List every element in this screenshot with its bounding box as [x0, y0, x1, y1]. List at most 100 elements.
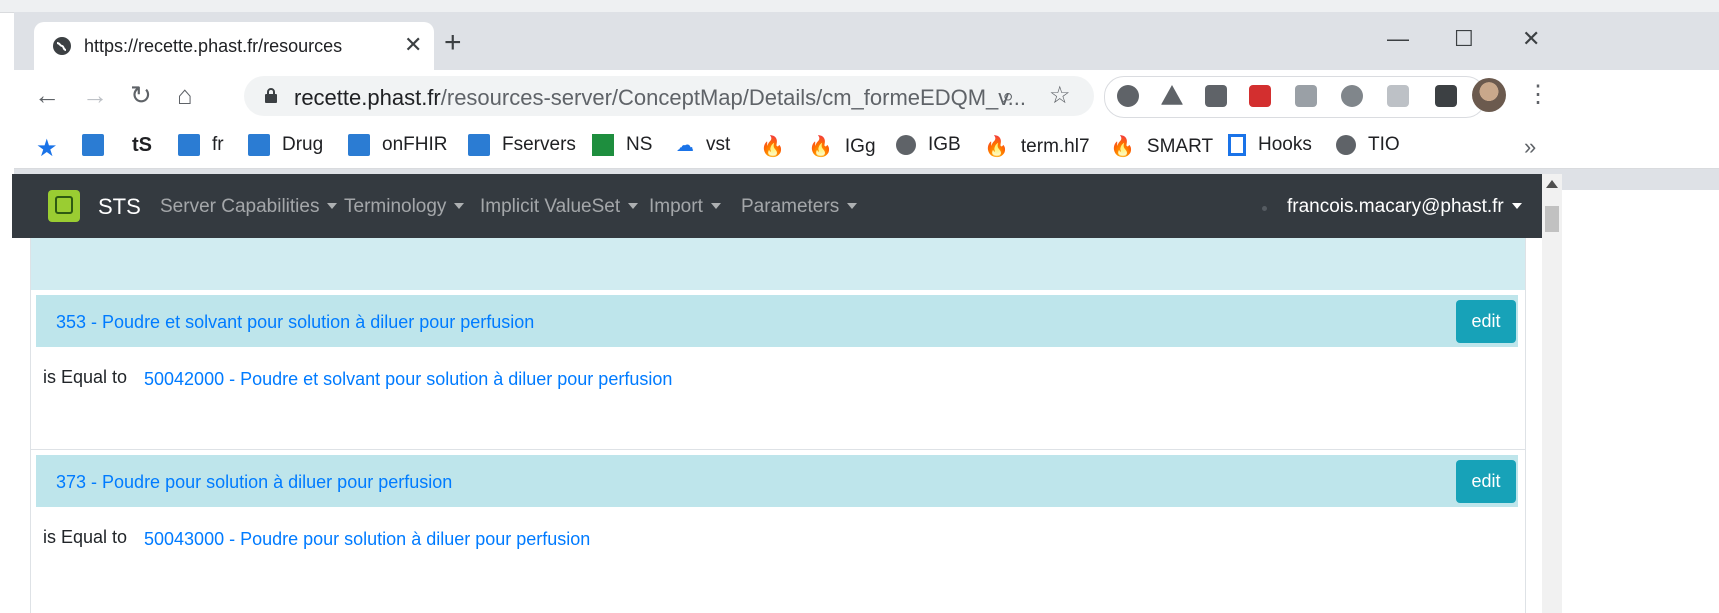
bookmark-igg[interactable]: 🔥 IGg: [808, 134, 876, 159]
nav-server-capabilities[interactable]: Server Capabilities: [160, 196, 338, 218]
browser-chrome: https://recette.phast.fr/resources ✕ + —…: [14, 12, 1719, 190]
ts-text-icon: tS: [132, 134, 152, 156]
new-tab-button[interactable]: +: [444, 28, 462, 58]
bookmark-label: Drug: [282, 134, 324, 155]
bookmark-drug[interactable]: Drug: [248, 134, 323, 156]
fire-icon: 🔥: [808, 136, 833, 158]
globe-icon: [53, 37, 71, 55]
target-concept-link[interactable]: 50042000 - Poudre et solvant pour soluti…: [144, 369, 672, 390]
kebab-menu-icon[interactable]: ⋮: [1526, 80, 1550, 109]
browser-toolbar: ← → ↻ ⌂ recette.phast.fr/resources-serve…: [14, 70, 1719, 122]
browse-snomed-icon: [82, 134, 104, 156]
bookmarks-star-icon[interactable]: ★: [36, 134, 58, 163]
bookmark-fire[interactable]: 🔥: [760, 134, 797, 159]
network-icon[interactable]: [1387, 85, 1409, 107]
bookmark-hooks[interactable]: Hooks: [1228, 134, 1312, 156]
bookmark-fr[interactable]: fr: [178, 134, 224, 156]
bookmark-igb[interactable]: IGB: [896, 134, 961, 156]
browser-tab[interactable]: https://recette.phast.fr/resources ✕: [34, 22, 434, 70]
bookmark-label: NS: [626, 134, 653, 155]
bookmark-label: onFHIR: [382, 134, 448, 155]
user-menu[interactable]: francois.macary@phast.fr: [1287, 196, 1522, 218]
source-concept-link[interactable]: 353 - Poudre et solvant pour solution à …: [56, 312, 534, 333]
pdf-icon[interactable]: [1249, 85, 1271, 107]
bookmark-label: Hooks: [1258, 134, 1312, 155]
bookmark-vst[interactable]: ☁ vst: [676, 134, 730, 156]
bookmark-label: vst: [706, 134, 731, 155]
divider: [31, 449, 1525, 450]
url-text: recette.phast.fr/resources-server/Concep…: [294, 85, 1026, 111]
bookmark-star-icon[interactable]: ☆: [1049, 81, 1071, 110]
bookmark-label: term.hl7: [1020, 135, 1090, 157]
bookmark-label: IGB: [928, 134, 961, 155]
edit-button[interactable]: edit: [1456, 460, 1516, 503]
scroll-thumb[interactable]: [1545, 206, 1559, 232]
cloud-icon: ☁: [676, 134, 694, 155]
tab-title: https://recette.phast.fr/resources: [84, 36, 343, 56]
bookmark-onfhir[interactable]: onFHIR: [348, 134, 447, 156]
source-concept-link[interactable]: 373 - Poudre pour solution à diluer pour…: [56, 472, 452, 493]
info-band: [31, 238, 1525, 290]
bookmarks-bar: ★ tS fr Drug onFHIR Fservers NS ☁ vst 🔥 🔥…: [14, 122, 1719, 169]
caret-down-icon: [1511, 203, 1522, 209]
bookmark-label: Fservers: [502, 134, 576, 155]
nav-label: Server Capabilities: [160, 196, 320, 217]
bookmark-ts[interactable]: tS: [132, 134, 166, 157]
drive-icon[interactable]: [1161, 85, 1183, 105]
nav-label: Implicit ValueSet: [480, 196, 621, 217]
more-bookmarks-icon[interactable]: »: [1524, 134, 1536, 160]
bookmark-smart[interactable]: 🔥 SMART: [1110, 134, 1213, 159]
close-window-icon[interactable]: ✕: [1522, 26, 1540, 52]
nav-parameters[interactable]: Parameters: [741, 196, 858, 218]
page-scrollbar[interactable]: [1542, 174, 1562, 613]
nav-label: Import: [649, 196, 703, 217]
bookmark-label: IGg: [844, 135, 876, 157]
caret-down-icon: [710, 203, 721, 209]
nav-terminology[interactable]: Terminology: [344, 196, 465, 218]
nav-label: Terminology: [344, 196, 447, 217]
close-tab-icon[interactable]: ✕: [404, 32, 422, 58]
nav-import[interactable]: Import: [649, 196, 721, 218]
reload-icon[interactable]: ↻: [130, 82, 152, 108]
back-icon[interactable]: ←: [34, 82, 60, 108]
maximize-icon[interactable]: ☐: [1454, 26, 1474, 52]
bookmark-label: fr: [212, 134, 224, 155]
bookmark-label: TIO: [1368, 134, 1400, 155]
webcam-icon[interactable]: [1341, 85, 1363, 107]
address-bar[interactable]: recette.phast.fr/resources-server/Concep…: [244, 76, 1094, 116]
bookmark-ns[interactable]: NS: [592, 134, 652, 156]
conf-snomed-icon: [468, 134, 490, 156]
fire-icon: 🔥: [984, 136, 1009, 158]
brand-name[interactable]: STS: [98, 194, 141, 220]
extension-circle-icon[interactable]: [1117, 85, 1139, 107]
bookmark-fservers[interactable]: Fservers: [468, 134, 576, 156]
status-dot: [1262, 206, 1267, 211]
puzzle-icon[interactable]: [1435, 85, 1457, 107]
url-path: /resources-server/ConceptMap/Details/cm_…: [440, 85, 1026, 110]
relationship-label: is Equal to: [43, 367, 128, 387]
url-host: recette.phast.fr: [294, 85, 441, 110]
target-concept-link[interactable]: 50043000 - Poudre pour solution à diluer…: [144, 529, 590, 550]
nav-implicit-valueset[interactable]: Implicit ValueSet: [480, 196, 639, 218]
mapping-header: 353 - Poudre et solvant pour solution à …: [36, 295, 1518, 347]
bookmark-browse[interactable]: [82, 134, 116, 156]
zoom-icon[interactable]: ⌕: [1002, 83, 1014, 109]
user-email: francois.macary@phast.fr: [1287, 196, 1504, 217]
caret-down-icon: [847, 203, 858, 209]
globe-icon: [1336, 135, 1356, 155]
forward-icon[interactable]: →: [82, 82, 108, 108]
bookmark-tio[interactable]: TIO: [1336, 134, 1400, 156]
profile-avatar[interactable]: [1472, 78, 1506, 112]
bookmark-term-hl7[interactable]: 🔥 term.hl7: [984, 134, 1090, 159]
calendar-icon[interactable]: [1295, 85, 1317, 107]
sts-logo-icon[interactable]: [48, 190, 80, 222]
home-icon[interactable]: ⌂: [177, 82, 193, 108]
minimize-icon[interactable]: —: [1387, 26, 1409, 52]
scroll-up-icon[interactable]: [1546, 180, 1558, 188]
relationship-label: is Equal to: [43, 527, 128, 547]
mapping-header: 373 - Poudre pour solution à diluer pour…: [36, 455, 1518, 507]
caret-down-icon: [454, 203, 465, 209]
mail-icon[interactable]: [1205, 85, 1227, 107]
caret-down-icon: [327, 203, 338, 209]
edit-button[interactable]: edit: [1456, 300, 1516, 343]
